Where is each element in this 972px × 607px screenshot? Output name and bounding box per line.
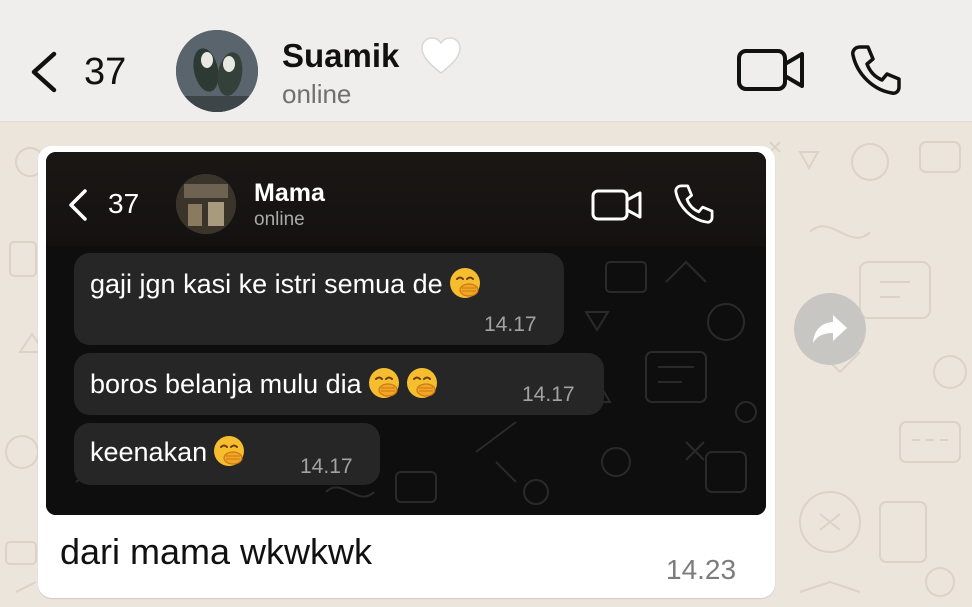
phone-icon <box>674 184 714 224</box>
message-time: 14.23 <box>666 554 737 585</box>
screenshot-header: 37 Mama online <box>46 152 766 246</box>
screenshot-unread-count: 37 <box>108 188 140 219</box>
forward-button[interactable] <box>794 293 866 365</box>
chevron-left-icon <box>69 189 87 221</box>
message-time: 14.17 <box>300 455 353 478</box>
face-with-hand-over-mouth-icon <box>449 268 480 298</box>
message-caption: dari mama wkwkwk <box>60 531 373 572</box>
phone-icon[interactable] <box>848 42 904 98</box>
forward-arrow-icon <box>813 315 847 343</box>
video-camera-icon <box>591 189 642 221</box>
screenshot-avatar <box>176 174 236 234</box>
chat-header: 37 Suamik online <box>0 0 972 122</box>
face-with-hand-over-mouth-icon <box>406 368 437 398</box>
unread-count[interactable]: 37 <box>84 48 126 96</box>
screenshot-message: keenakan 14.17 <box>74 423 380 485</box>
message-time: 14.17 <box>484 313 537 336</box>
chevron-left-icon[interactable] <box>28 50 60 94</box>
contact-status: online <box>282 79 352 109</box>
avatar[interactable] <box>176 30 258 112</box>
screenshot-message-text: boros belanja mulu dia <box>90 369 362 399</box>
screenshot-message-text: keenakan <box>90 437 208 467</box>
screenshot-message: boros belanja mulu dia 14.17 <box>74 353 604 415</box>
screenshot-contact-name: Mama <box>254 179 325 207</box>
screenshot-contact-status: online <box>254 209 305 230</box>
video-camera-icon[interactable] <box>736 46 806 94</box>
white-heart-icon <box>421 37 461 74</box>
message-time: 14.17 <box>522 383 575 406</box>
face-with-hand-over-mouth-icon <box>214 436 245 466</box>
screenshot-avatar-photo <box>176 174 236 234</box>
forwarded-screenshot[interactable]: 37 Mama online gaji jgn kasi ke istri se… <box>46 152 766 515</box>
avatar-photo <box>176 30 258 112</box>
screenshot-message-text: gaji jgn kasi ke istri semua de <box>90 269 443 299</box>
face-with-hand-over-mouth-icon <box>368 368 399 398</box>
contact-name[interactable]: Suamik <box>282 34 399 78</box>
screenshot-message: gaji jgn kasi ke istri semua de 14.17 <box>74 253 564 345</box>
